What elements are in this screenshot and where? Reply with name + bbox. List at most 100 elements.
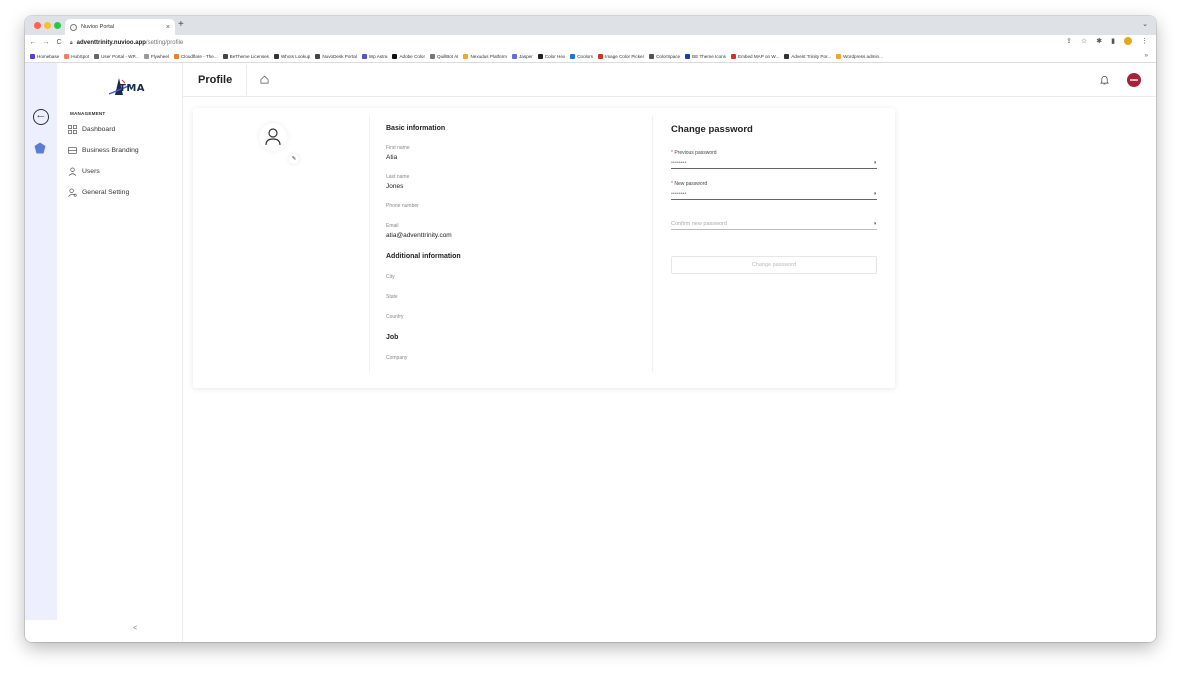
collapse-sidebar-icon[interactable]: < (133, 625, 137, 632)
bookmark-item[interactable]: BeTheme Licenses (222, 53, 269, 59)
email-label: Email (386, 223, 399, 229)
previous-password-input[interactable] (671, 160, 869, 166)
bookmark-item[interactable]: QuillBot AI (430, 53, 458, 59)
confirm-password-input[interactable] (671, 221, 869, 227)
bookmark-item[interactable]: NuvoDesk Portal (315, 53, 357, 59)
previous-password-field: ◗ (671, 157, 877, 169)
bookmark-item[interactable]: Homebase (30, 53, 60, 59)
country-label: Country (386, 314, 404, 320)
new-tab-button[interactable]: + (178, 19, 184, 31)
eye-icon[interactable]: ◗ (869, 160, 877, 166)
browser-menu-icon[interactable]: ⋮ (1141, 37, 1148, 45)
change-password-button[interactable]: Change password (671, 256, 877, 274)
bell-icon[interactable] (1100, 75, 1109, 85)
extensions-icon[interactable]: ✱ (1096, 37, 1102, 45)
new-password-label: * New password (671, 181, 707, 187)
url-field[interactable]: 🔒︎ adventtrinity.nuvioo.app/setting/prof… (70, 40, 183, 46)
star-icon[interactable]: ☆ (1081, 37, 1087, 45)
additional-information-title: Additional information (386, 253, 461, 260)
rail-home-icon[interactable]: ⟵ (33, 109, 49, 125)
share-icon[interactable]: ⇪ (1066, 37, 1072, 45)
sidebar-item-label: General Setting (82, 189, 130, 196)
bookmark-item[interactable]: Nexudus Platform (463, 53, 507, 59)
menu-section-title: MANAGEMENT (70, 111, 106, 116)
sidebar-item-general-setting[interactable]: General Setting (68, 186, 129, 199)
state-label: State (386, 294, 398, 300)
bookmark-item[interactable]: Wp Astra (361, 53, 387, 59)
forward-icon[interactable]: → (41, 39, 51, 46)
sidebar-item-label: Dashboard (82, 126, 116, 133)
city-label: City (386, 274, 395, 280)
bookmark-favicon-icon (836, 53, 842, 59)
bookmark-item[interactable]: Coolors (570, 53, 594, 59)
company-label: Company (386, 355, 408, 361)
reload-icon[interactable]: C (54, 39, 64, 46)
tab-close-icon[interactable]: × (166, 24, 170, 31)
rail-tag-icon[interactable] (34, 142, 46, 154)
lock-icon: 🔒︎ (70, 39, 73, 46)
confirm-password-field: ◗ (671, 218, 877, 230)
new-password-input[interactable] (671, 191, 869, 197)
more-bookmarks-icon[interactable]: » (1145, 53, 1148, 59)
user-avatar[interactable] (1127, 73, 1141, 87)
bookmark-label: Homebase (37, 53, 60, 59)
bookmark-item[interactable]: ColorSpace (649, 53, 681, 59)
bookmarks-bar: Homebase HubSpot User Portal - WP... Flywhe… (25, 50, 1156, 63)
bookmark-favicon-icon (598, 53, 604, 59)
bookmark-item[interactable]: Wordpress admin... (836, 53, 883, 59)
bookmark-item[interactable]: Jasper (511, 53, 533, 59)
app: ⟵ TMA MANAGEMENT Dashboard Business Bran… (25, 63, 1156, 642)
browser-tab[interactable]: · Nuvioo Portal × (65, 19, 175, 35)
bookmark-item[interactable]: WhoIs Lookup (273, 53, 311, 59)
sidebar-item-users[interactable]: Users (68, 165, 100, 178)
bookmark-label: Coolors (577, 53, 594, 59)
bookmark-item[interactable]: Color Hex (537, 53, 565, 59)
bookmark-item[interactable]: User Portal - WP... (94, 53, 139, 59)
main-content: ✎ Basic information First name Atia Last… (183, 97, 1156, 642)
tab-search-icon[interactable]: ⌄ (1142, 20, 1148, 28)
bookmark-item[interactable]: Flywheel (143, 53, 169, 59)
bookmark-favicon-icon (731, 53, 736, 59)
change-password-title: Change password (671, 124, 753, 135)
bookmark-item[interactable]: HubSpot (64, 53, 89, 59)
pencil-icon[interactable]: ✎ (289, 154, 299, 164)
sidebar-item-dashboard[interactable]: Dashboard (68, 123, 115, 136)
required-mark: * (671, 150, 673, 156)
home-icon[interactable] (260, 75, 269, 84)
job-title: Job (386, 334, 399, 341)
profile-avatar-icon[interactable] (1124, 37, 1132, 45)
bookmark-item[interactable]: BE Theme Icons (685, 53, 726, 59)
maximize-window-button[interactable] (54, 22, 61, 29)
bookmark-item[interactable]: Image Color Picker (598, 53, 644, 59)
tab-title: Nuvioo Portal (81, 24, 115, 30)
eye-icon[interactable]: ◗ (869, 191, 877, 197)
minimize-window-button[interactable] (44, 22, 51, 29)
bookmark-item[interactable]: Cloudflare - The... (173, 53, 218, 59)
profile-card: ✎ Basic information First name Atia Last… (193, 108, 895, 388)
left-rail: ⟵ (25, 63, 57, 620)
sidepanel-icon[interactable]: ▮ (1111, 37, 1115, 45)
bookmark-favicon-icon (537, 53, 543, 59)
bookmark-favicon-icon (392, 53, 398, 59)
sidebar-item-business-branding[interactable]: Business Branding (68, 144, 139, 157)
bookmark-item[interactable]: Embed MAP on W... (731, 53, 779, 59)
bookmark-item[interactable]: Advent Trinity Por... (784, 53, 832, 59)
bookmark-label: User Portal - WP... (101, 53, 139, 59)
close-window-button[interactable] (34, 22, 41, 29)
bookmark-label: WhoIs Lookup (280, 53, 311, 59)
person-icon (265, 128, 281, 146)
bookmark-label: Advent Trinity Por... (791, 53, 832, 59)
new-password-field: ◗ (671, 188, 877, 200)
last-name-label: Last name (386, 174, 410, 180)
basic-information-title: Basic information (386, 125, 446, 132)
logo-text: TMA (119, 83, 146, 94)
bookmark-label: ColorSpace (656, 53, 681, 59)
phone-number-label: Phone number (386, 203, 419, 209)
eye-icon[interactable]: ◗ (869, 221, 877, 227)
bookmark-favicon-icon (173, 53, 179, 59)
back-icon[interactable]: ← (28, 39, 38, 46)
profile-photo[interactable] (259, 123, 287, 151)
bookmark-item[interactable]: Adobe Color (392, 53, 425, 59)
sidebar-item-label: Business Branding (82, 147, 139, 154)
bookmark-favicon-icon (511, 53, 517, 59)
